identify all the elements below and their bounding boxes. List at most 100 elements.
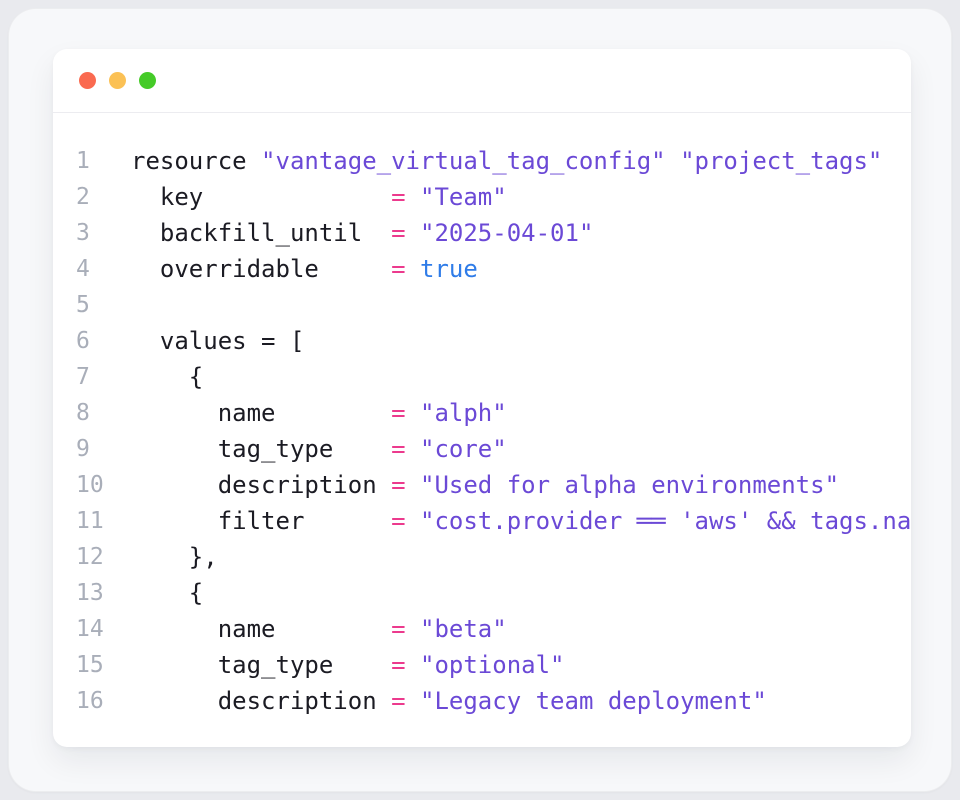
code-token-op: = (391, 219, 405, 247)
code-token-string: "cost.provider ══ 'aws' && tags.nam (420, 507, 911, 535)
code-token-string: "project_tags" (680, 147, 882, 175)
code-line: 13 { (53, 575, 911, 611)
code-line: 16 description = "Legacy team deployment… (53, 683, 911, 719)
line-number: 16 (53, 683, 131, 719)
code-token-op: = (391, 435, 405, 463)
code-line: 15 tag_type = "optional" (53, 647, 911, 683)
code-token-plain (406, 651, 420, 679)
line-number: 3 (53, 215, 131, 251)
code-line-content: filter = "cost.provider ══ 'aws' && tags… (131, 503, 911, 539)
code-token-plain: tag_type (131, 651, 391, 679)
window-titlebar (53, 49, 911, 113)
code-token-plain: values = [ (131, 327, 304, 355)
code-token-plain (406, 435, 420, 463)
code-token-plain (666, 147, 680, 175)
code-line-content: tag_type = "core" (131, 431, 507, 467)
code-line: 6 values = [ (53, 323, 911, 359)
code-token-op: = (391, 399, 405, 427)
code-token-string: "optional" (420, 651, 565, 679)
code-window: 1resource "vantage_virtual_tag_config" "… (53, 49, 911, 747)
code-token-string: "alph" (420, 399, 507, 427)
code-line-content: backfill_until = "2025-04-01" (131, 215, 593, 251)
code-token-plain: filter (131, 507, 391, 535)
code-line: 12 }, (53, 539, 911, 575)
code-line: 1resource "vantage_virtual_tag_config" "… (53, 143, 911, 179)
code-token-plain: key (131, 183, 391, 211)
line-number: 9 (53, 431, 131, 467)
code-token-plain: { (131, 579, 203, 607)
code-line-content: overridable = true (131, 251, 478, 287)
code-token-plain: }, (131, 543, 218, 571)
code-token-string: "Used for alpha environments" (420, 471, 839, 499)
code-line: 2 key = "Team" (53, 179, 911, 215)
code-token-plain: description (131, 687, 391, 715)
code-line: 3 backfill_until = "2025-04-01" (53, 215, 911, 251)
code-token-plain: { (131, 363, 203, 391)
close-button[interactable] (79, 72, 96, 89)
line-number: 11 (53, 503, 131, 539)
zoom-button[interactable] (139, 72, 156, 89)
code-line-content: name = "beta" (131, 611, 507, 647)
code-token-op: = (391, 183, 405, 211)
app-background-frame: 1resource "vantage_virtual_tag_config" "… (8, 8, 952, 792)
code-line-content: key = "Team" (131, 179, 507, 215)
code-token-string: "2025-04-01" (420, 219, 593, 247)
code-token-op: = (391, 615, 405, 643)
line-number: 2 (53, 179, 131, 215)
code-token-plain: name (131, 399, 391, 427)
code-token-op: = (391, 255, 405, 283)
code-token-op: = (391, 507, 405, 535)
code-token-plain (406, 471, 420, 499)
code-token-plain: overridable (131, 255, 391, 283)
line-number: 14 (53, 611, 131, 647)
code-token-string: "beta" (420, 615, 507, 643)
code-token-plain (406, 687, 420, 715)
code-line: 14 name = "beta" (53, 611, 911, 647)
code-line: 11 filter = "cost.provider ══ 'aws' && t… (53, 503, 911, 539)
code-token-op: = (391, 471, 405, 499)
code-token-bool: true (420, 255, 478, 283)
line-number: 13 (53, 575, 131, 611)
code-line-content: description = "Legacy team deployment" (131, 683, 767, 719)
code-token-string: "Legacy team deployment" (420, 687, 767, 715)
code-line-content: tag_type = "optional" (131, 647, 565, 683)
line-number: 7 (53, 359, 131, 395)
code-line-content: { (131, 575, 203, 611)
code-token-plain (406, 399, 420, 427)
code-token-string: "vantage_virtual_tag_config" (261, 147, 666, 175)
code-token-plain (406, 255, 420, 283)
code-token-plain: description (131, 471, 391, 499)
code-token-op: = (391, 687, 405, 715)
line-number: 4 (53, 251, 131, 287)
line-number: 8 (53, 395, 131, 431)
code-line-content: }, (131, 539, 218, 575)
line-number: 10 (53, 467, 131, 503)
code-editor: 1resource "vantage_virtual_tag_config" "… (53, 113, 911, 719)
line-number: 12 (53, 539, 131, 575)
code-token-op: = (391, 651, 405, 679)
code-line: 5 (53, 287, 911, 323)
code-line: 7 { (53, 359, 911, 395)
line-number: 6 (53, 323, 131, 359)
code-line: 9 tag_type = "core" (53, 431, 911, 467)
code-token-plain: tag_type (131, 435, 391, 463)
code-line-content: description = "Used for alpha environmen… (131, 467, 839, 503)
code-token-plain: resource (131, 147, 261, 175)
code-token-plain: backfill_until (131, 219, 391, 247)
line-number: 1 (53, 143, 131, 179)
code-token-string: "Team" (420, 183, 507, 211)
code-line-content: { (131, 359, 203, 395)
code-line: 4 overridable = true (53, 251, 911, 287)
line-number: 15 (53, 647, 131, 683)
code-token-string: "core" (420, 435, 507, 463)
code-line-content: name = "alph" (131, 395, 507, 431)
code-token-plain (406, 183, 420, 211)
code-token-plain (406, 219, 420, 247)
minimize-button[interactable] (109, 72, 126, 89)
code-token-plain (406, 615, 420, 643)
code-line-content: resource "vantage_virtual_tag_config" "p… (131, 143, 882, 179)
code-token-plain (406, 507, 420, 535)
code-token-plain: name (131, 615, 391, 643)
code-line: 8 name = "alph" (53, 395, 911, 431)
code-line: 10 description = "Used for alpha environ… (53, 467, 911, 503)
